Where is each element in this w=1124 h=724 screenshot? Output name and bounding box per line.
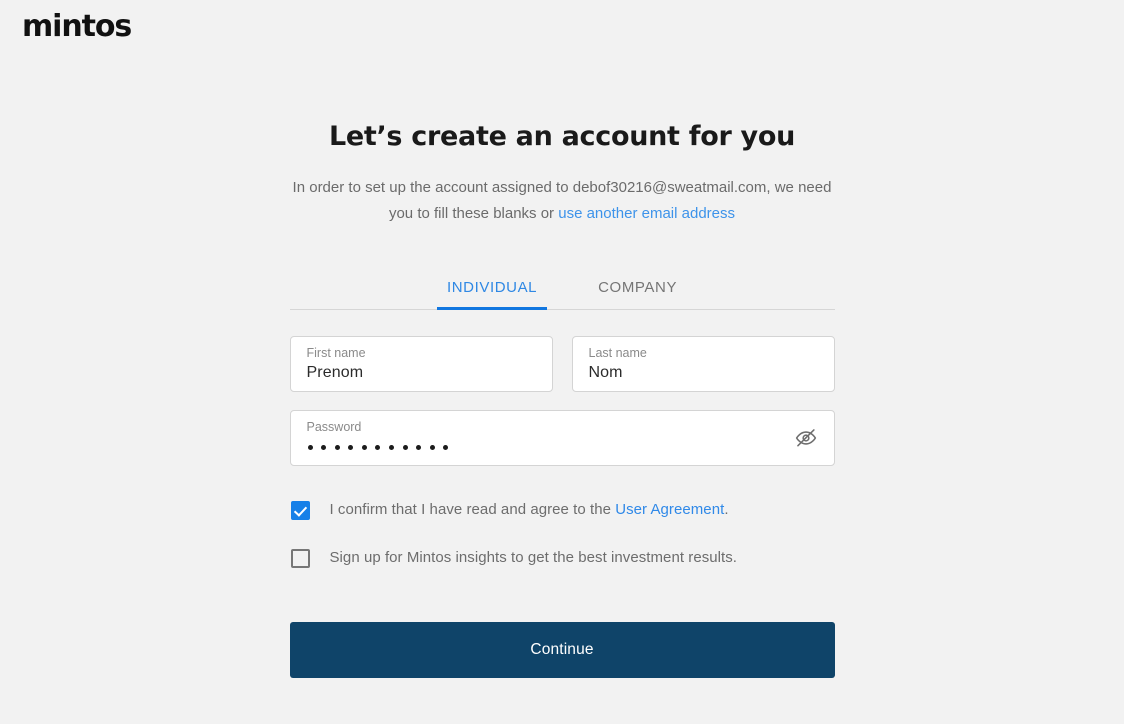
password-mask-dot <box>416 444 422 450</box>
user-agreement-consent-row[interactable]: I confirm that I have read and agree to … <box>290 500 835 520</box>
tab-company[interactable]: COMPANY <box>588 279 687 309</box>
password-mask-dot <box>375 444 381 450</box>
last-name-label: Last name <box>588 346 647 360</box>
password-label: Password <box>306 420 362 434</box>
name-fields-row: First name Prenom Last name Nom <box>289 336 835 392</box>
password-mask-dot <box>402 444 408 450</box>
tab-individual[interactable]: INDIVIDUAL <box>436 279 548 310</box>
first-name-input[interactable]: Prenom <box>307 362 538 384</box>
password-mask-dot <box>389 444 395 450</box>
first-name-field[interactable]: First name Prenom <box>289 336 553 392</box>
user-agreement-text-before: I confirm that I have read and agree to … <box>329 501 616 518</box>
eye-off-icon[interactable] <box>793 425 819 451</box>
user-agreement-link[interactable]: User Agreement <box>615 501 724 518</box>
user-agreement-checkbox[interactable] <box>290 500 310 520</box>
newsletter-label: Sign up for Mintos insights to get the b… <box>329 549 738 566</box>
password-mask-dot <box>429 444 435 450</box>
password-mask-dot <box>348 444 354 450</box>
password-mask-dot <box>307 444 313 450</box>
continue-button[interactable]: Continue <box>289 622 835 678</box>
use-another-email-link[interactable]: use another email address <box>558 205 735 222</box>
password-field[interactable]: Password <box>289 410 835 466</box>
user-agreement-text-after: . <box>724 501 729 518</box>
newsletter-consent-row[interactable]: Sign up for Mintos insights to get the b… <box>290 548 835 568</box>
user-agreement-label: I confirm that I have read and agree to … <box>330 500 729 520</box>
password-mask-dot <box>321 444 327 450</box>
mintos-logo[interactable]: mintos <box>22 10 132 44</box>
password-mask-dot <box>443 444 449 450</box>
signup-form-container: Let’s create an account for you In order… <box>289 54 835 678</box>
site-header: mintos <box>0 0 1124 54</box>
password-mask-dot <box>334 444 340 450</box>
page-title: Let’s create an account for you <box>328 121 796 152</box>
password-mask-dot <box>361 444 367 450</box>
account-type-tabs: INDIVIDUAL COMPANY <box>289 267 835 310</box>
newsletter-checkbox[interactable] <box>290 548 310 568</box>
password-input[interactable] <box>307 436 820 458</box>
last-name-input[interactable]: Nom <box>589 362 820 384</box>
first-name-label: First name <box>306 346 366 360</box>
page-subtitle: In order to set up the account assigned … <box>290 175 835 227</box>
last-name-field[interactable]: Last name Nom <box>571 336 835 392</box>
